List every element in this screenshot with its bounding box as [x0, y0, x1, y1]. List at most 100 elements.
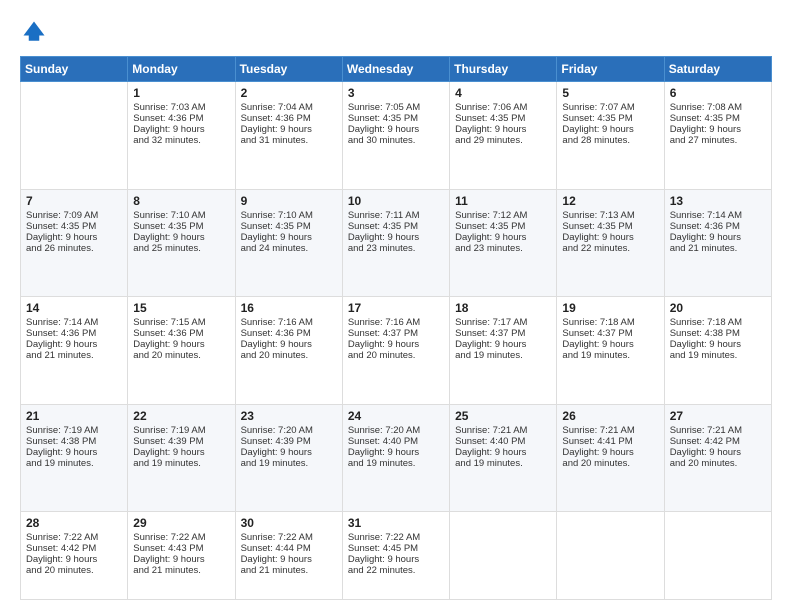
cell-info-line: Sunset: 4:35 PM — [455, 113, 551, 124]
cell-info-line: and 21 minutes. — [241, 565, 337, 576]
cell-info-line: Sunrise: 7:09 AM — [26, 210, 122, 221]
cell-info-line: Daylight: 9 hours — [348, 554, 444, 565]
cell-info-line: and 19 minutes. — [455, 458, 551, 469]
day-number: 17 — [348, 301, 444, 315]
day-number: 9 — [241, 194, 337, 208]
cell-info-line: Sunset: 4:36 PM — [26, 328, 122, 339]
cell-info-line: Sunrise: 7:20 AM — [241, 425, 337, 436]
cell-info-line: and 30 minutes. — [348, 135, 444, 146]
day-number: 2 — [241, 86, 337, 100]
cell-info-line: and 27 minutes. — [670, 135, 766, 146]
cell-info-line: Sunset: 4:35 PM — [562, 221, 658, 232]
cell-info-line: Sunrise: 7:13 AM — [562, 210, 658, 221]
calendar-cell: 10Sunrise: 7:11 AMSunset: 4:35 PMDayligh… — [342, 189, 449, 297]
cell-info-line: Sunset: 4:43 PM — [133, 543, 229, 554]
day-number: 8 — [133, 194, 229, 208]
cell-info-line: Daylight: 9 hours — [241, 232, 337, 243]
calendar-cell: 3Sunrise: 7:05 AMSunset: 4:35 PMDaylight… — [342, 82, 449, 190]
cell-info-line: and 20 minutes. — [562, 458, 658, 469]
day-number: 7 — [26, 194, 122, 208]
cell-info-line: and 25 minutes. — [133, 243, 229, 254]
cell-info-line: and 19 minutes. — [670, 350, 766, 361]
cell-info-line: Daylight: 9 hours — [133, 447, 229, 458]
cell-info-line: and 29 minutes. — [455, 135, 551, 146]
day-number: 26 — [562, 409, 658, 423]
cell-info-line: Sunrise: 7:22 AM — [133, 532, 229, 543]
calendar-cell: 11Sunrise: 7:12 AMSunset: 4:35 PMDayligh… — [450, 189, 557, 297]
cell-info-line: and 19 minutes. — [455, 350, 551, 361]
cell-info-line: Daylight: 9 hours — [348, 447, 444, 458]
calendar-cell: 9Sunrise: 7:10 AMSunset: 4:35 PMDaylight… — [235, 189, 342, 297]
cell-info-line: Sunset: 4:35 PM — [348, 113, 444, 124]
weekday-header-tuesday: Tuesday — [235, 57, 342, 82]
cell-info-line: Sunset: 4:35 PM — [455, 221, 551, 232]
cell-info-line: and 19 minutes. — [562, 350, 658, 361]
cell-info-line: Sunset: 4:37 PM — [455, 328, 551, 339]
cell-info-line: Daylight: 9 hours — [455, 447, 551, 458]
cell-info-line: Sunrise: 7:22 AM — [26, 532, 122, 543]
cell-info-line: Sunrise: 7:22 AM — [241, 532, 337, 543]
calendar-cell: 5Sunrise: 7:07 AMSunset: 4:35 PMDaylight… — [557, 82, 664, 190]
week-row-3: 14Sunrise: 7:14 AMSunset: 4:36 PMDayligh… — [21, 297, 772, 405]
cell-info-line: Sunrise: 7:21 AM — [562, 425, 658, 436]
weekday-header-friday: Friday — [557, 57, 664, 82]
day-number: 24 — [348, 409, 444, 423]
cell-info-line: Sunset: 4:40 PM — [455, 436, 551, 447]
calendar-cell: 27Sunrise: 7:21 AMSunset: 4:42 PMDayligh… — [664, 404, 771, 512]
day-number: 19 — [562, 301, 658, 315]
cell-info-line: and 32 minutes. — [133, 135, 229, 146]
cell-info-line: and 21 minutes. — [133, 565, 229, 576]
cell-info-line: Sunrise: 7:10 AM — [133, 210, 229, 221]
cell-info-line: Sunrise: 7:18 AM — [562, 317, 658, 328]
cell-info-line: Sunset: 4:35 PM — [562, 113, 658, 124]
cell-info-line: Daylight: 9 hours — [562, 124, 658, 135]
calendar-cell: 30Sunrise: 7:22 AMSunset: 4:44 PMDayligh… — [235, 512, 342, 600]
calendar-cell: 8Sunrise: 7:10 AMSunset: 4:35 PMDaylight… — [128, 189, 235, 297]
weekday-header-sunday: Sunday — [21, 57, 128, 82]
cell-info-line: Sunset: 4:39 PM — [241, 436, 337, 447]
weekday-header-monday: Monday — [128, 57, 235, 82]
cell-info-line: Sunset: 4:35 PM — [348, 221, 444, 232]
cell-info-line: Sunset: 4:38 PM — [26, 436, 122, 447]
cell-info-line: and 19 minutes. — [133, 458, 229, 469]
day-number: 11 — [455, 194, 551, 208]
cell-info-line: Sunrise: 7:14 AM — [670, 210, 766, 221]
cell-info-line: Sunrise: 7:18 AM — [670, 317, 766, 328]
calendar-cell: 17Sunrise: 7:16 AMSunset: 4:37 PMDayligh… — [342, 297, 449, 405]
cell-info-line: Daylight: 9 hours — [455, 124, 551, 135]
calendar-cell: 6Sunrise: 7:08 AMSunset: 4:35 PMDaylight… — [664, 82, 771, 190]
calendar-cell: 18Sunrise: 7:17 AMSunset: 4:37 PMDayligh… — [450, 297, 557, 405]
week-row-2: 7Sunrise: 7:09 AMSunset: 4:35 PMDaylight… — [21, 189, 772, 297]
calendar-cell: 4Sunrise: 7:06 AMSunset: 4:35 PMDaylight… — [450, 82, 557, 190]
calendar-cell: 1Sunrise: 7:03 AMSunset: 4:36 PMDaylight… — [128, 82, 235, 190]
cell-info-line: Daylight: 9 hours — [562, 339, 658, 350]
cell-info-line: Daylight: 9 hours — [26, 232, 122, 243]
calendar-cell: 20Sunrise: 7:18 AMSunset: 4:38 PMDayligh… — [664, 297, 771, 405]
cell-info-line: Sunset: 4:36 PM — [670, 221, 766, 232]
day-number: 31 — [348, 516, 444, 530]
cell-info-line: Sunrise: 7:14 AM — [26, 317, 122, 328]
cell-info-line: Sunrise: 7:16 AM — [241, 317, 337, 328]
calendar-cell: 25Sunrise: 7:21 AMSunset: 4:40 PMDayligh… — [450, 404, 557, 512]
day-number: 20 — [670, 301, 766, 315]
cell-info-line: Sunset: 4:37 PM — [562, 328, 658, 339]
cell-info-line: and 20 minutes. — [670, 458, 766, 469]
cell-info-line: Daylight: 9 hours — [562, 232, 658, 243]
header — [20, 18, 772, 46]
cell-info-line: Daylight: 9 hours — [133, 124, 229, 135]
weekday-header-thursday: Thursday — [450, 57, 557, 82]
cell-info-line: Sunrise: 7:15 AM — [133, 317, 229, 328]
cell-info-line: Daylight: 9 hours — [670, 339, 766, 350]
cell-info-line: Daylight: 9 hours — [241, 447, 337, 458]
cell-info-line: and 20 minutes. — [348, 350, 444, 361]
cell-info-line: and 28 minutes. — [562, 135, 658, 146]
week-row-1: 1Sunrise: 7:03 AMSunset: 4:36 PMDaylight… — [21, 82, 772, 190]
day-number: 21 — [26, 409, 122, 423]
cell-info-line: Sunrise: 7:08 AM — [670, 102, 766, 113]
day-number: 30 — [241, 516, 337, 530]
cell-info-line: Daylight: 9 hours — [26, 339, 122, 350]
weekday-header-wednesday: Wednesday — [342, 57, 449, 82]
cell-info-line: Sunrise: 7:19 AM — [133, 425, 229, 436]
cell-info-line: and 19 minutes. — [241, 458, 337, 469]
cell-info-line: Sunrise: 7:06 AM — [455, 102, 551, 113]
